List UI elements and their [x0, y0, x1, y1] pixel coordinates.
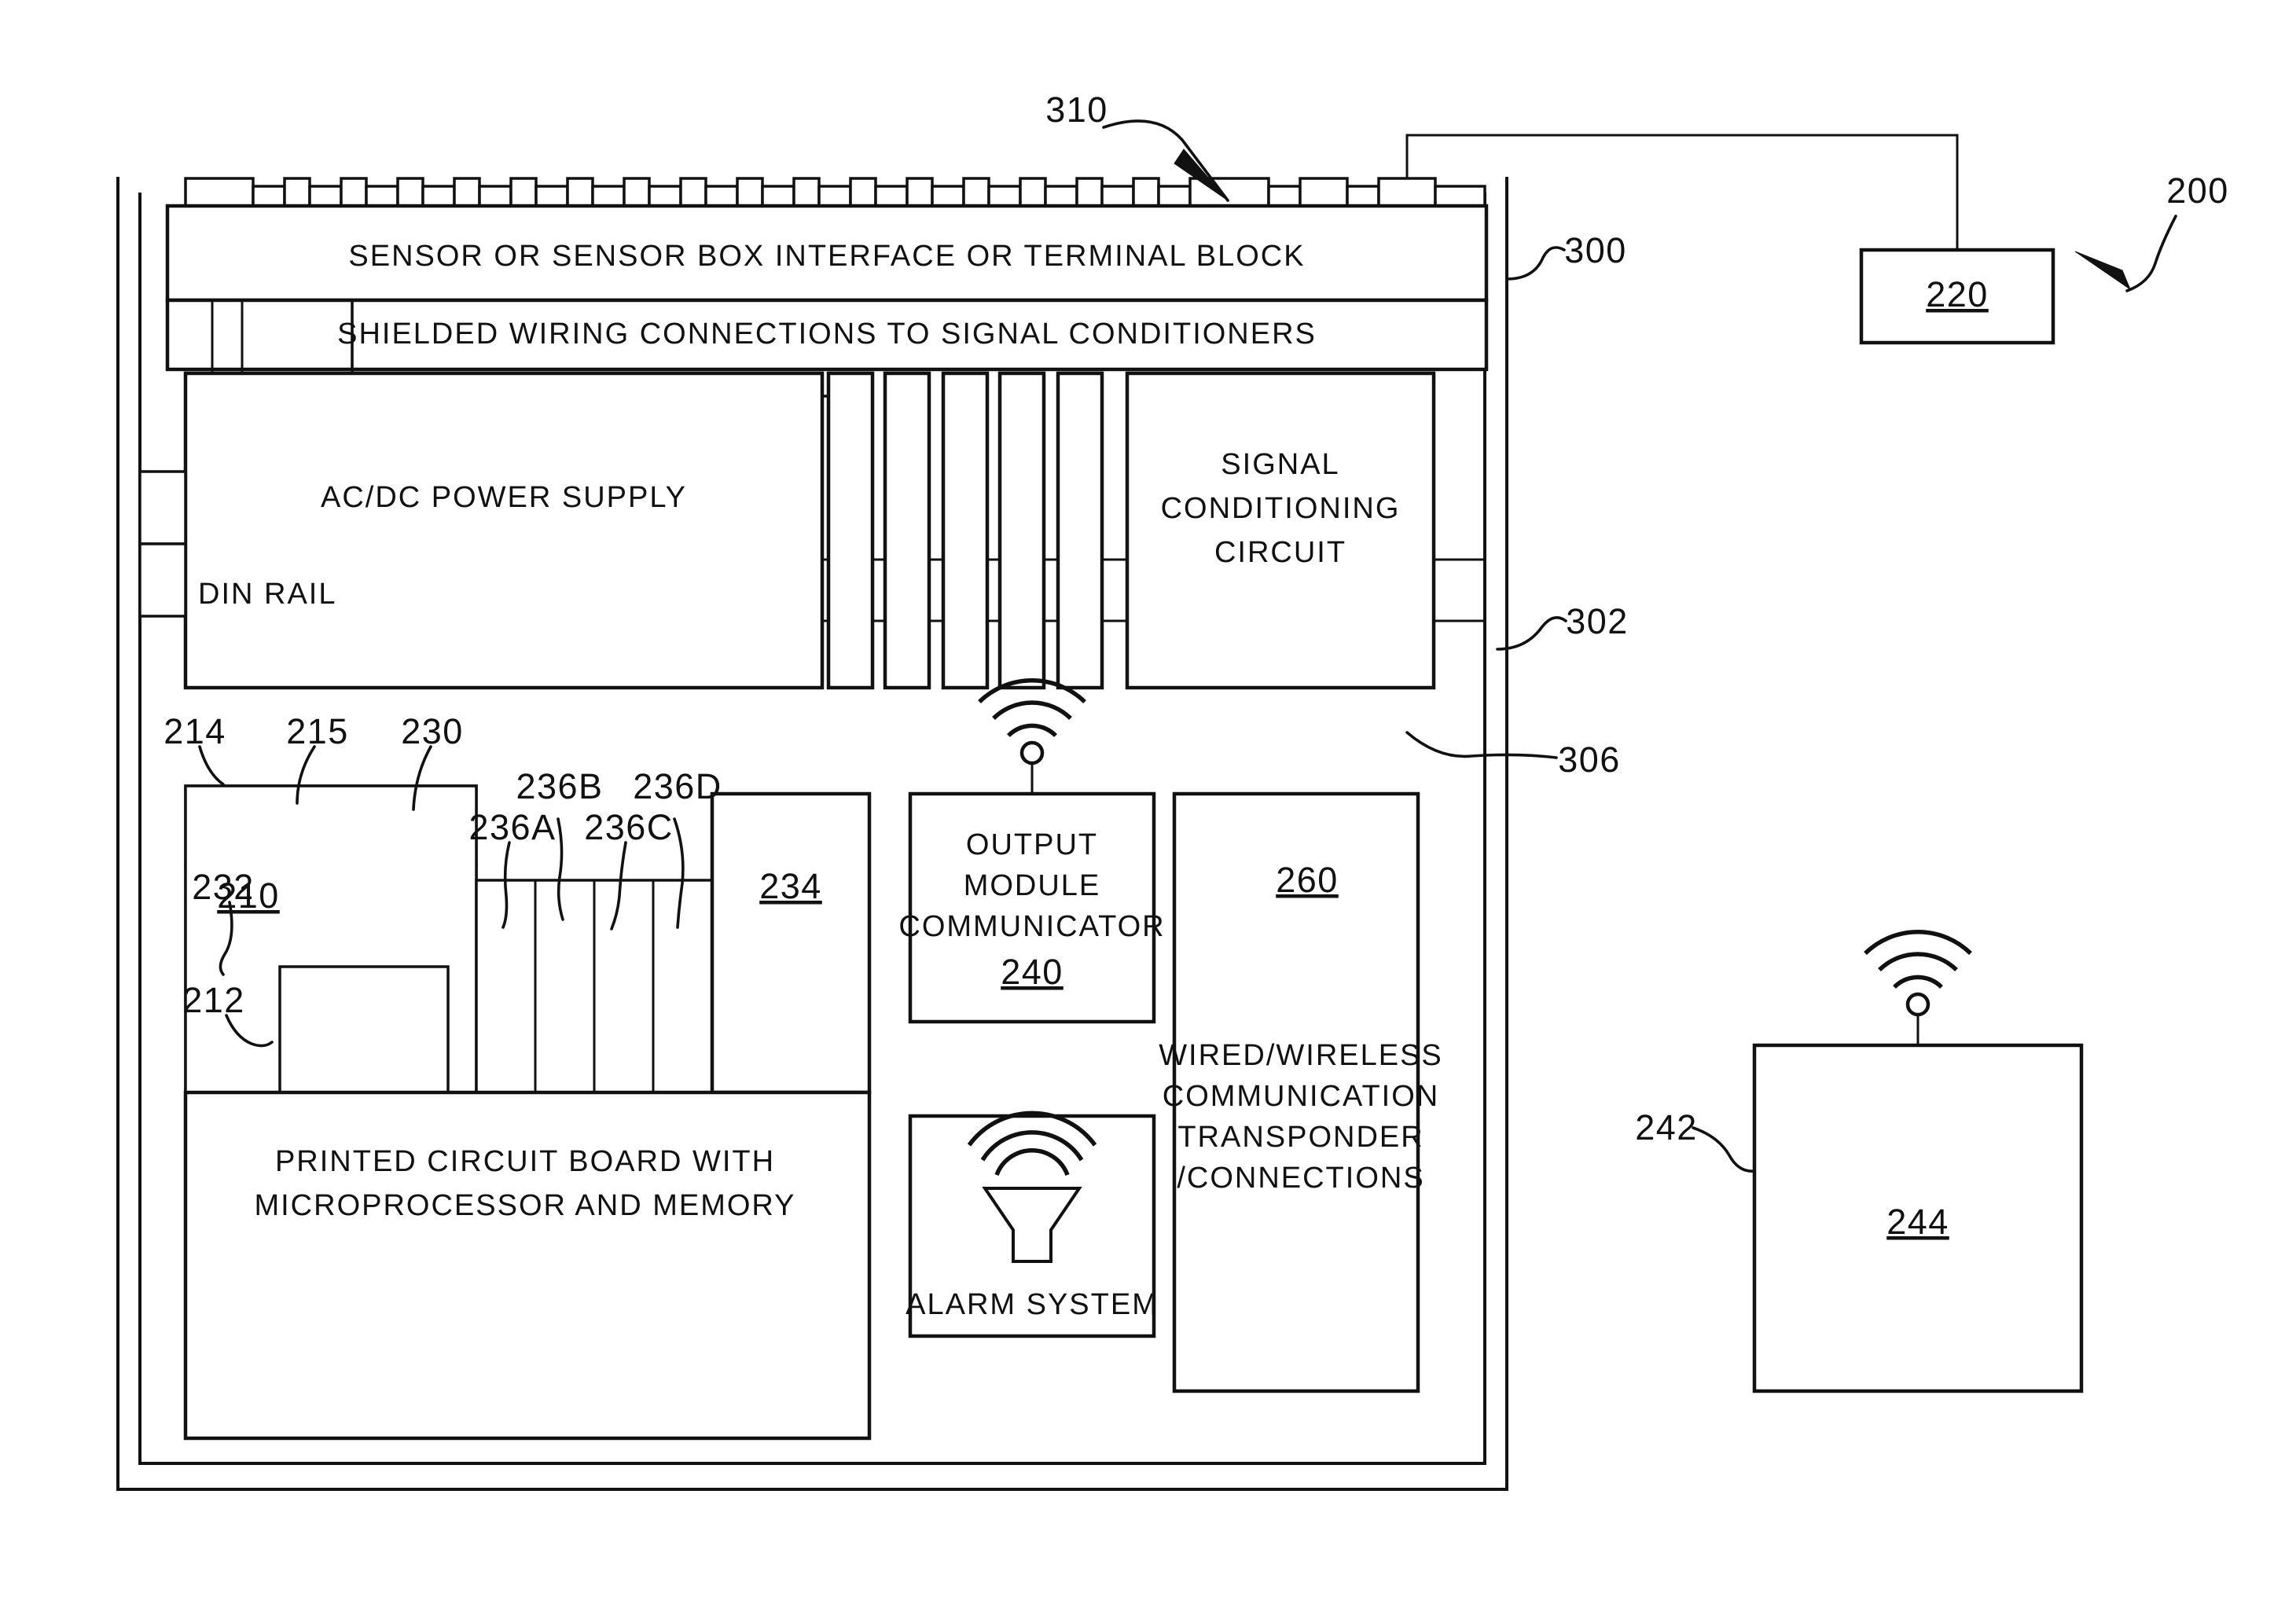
signal-conditioning-box [1125, 371, 1436, 690]
ref-234: 234 [759, 866, 822, 906]
modules-236-group [475, 879, 714, 1094]
transponder-line4: /CONNECTIONS [1177, 1162, 1424, 1195]
patent-figure-canvas: SENSOR OR SENSOR BOX INTERFACE OR TERMIN… [0, 0, 2296, 1597]
ref-302: 302 [1566, 601, 1629, 641]
din-rail-label: DIN RAIL [198, 578, 336, 611]
ref-244: 244 [1886, 1202, 1949, 1242]
ref-236a: 236A [468, 807, 556, 847]
ref-236c: 236C [584, 807, 674, 847]
ref-236b: 236B [516, 766, 603, 806]
diagram-svg: SENSOR OR SENSOR BOX INTERFACE OR TERMIN… [116, 90, 2229, 1491]
module-bar-3 [941, 371, 990, 690]
signal-conditioning-line1: SIGNAL [1221, 448, 1339, 481]
transponder-line3: TRANSPONDER [1177, 1121, 1424, 1154]
leader-306 [1405, 731, 1558, 759]
ref-215: 215 [286, 711, 349, 751]
ref-232: 232 [192, 867, 255, 907]
pcb-line2: MICROPROCESSOR AND MEMORY [254, 1189, 795, 1222]
output-module-line3: COMMUNICATOR [898, 910, 1165, 943]
ref-230: 230 [401, 711, 464, 751]
transponder-line1: WIRED/WIRELESS [1159, 1039, 1443, 1072]
ref-240: 240 [1001, 952, 1064, 992]
signal-conditioning-line3: CIRCUIT [1214, 536, 1346, 569]
ref-214: 214 [163, 711, 226, 751]
module-bar-4 [997, 371, 1046, 690]
leader-242 [1692, 1126, 1756, 1173]
module-bar-2 [883, 371, 931, 690]
shielded-wiring-label: SHIELDED WIRING CONNECTIONS TO SIGNAL CO… [337, 318, 1317, 351]
ref-236d: 236D [633, 766, 722, 806]
output-module-line2: MODULE [964, 869, 1101, 902]
output-module-line1: OUTPUT [966, 828, 1098, 861]
wire-to-220 [1405, 134, 1959, 251]
ref-260: 260 [1276, 860, 1339, 900]
ref-220: 220 [1926, 274, 1989, 314]
box-232 [278, 965, 450, 1094]
wifi-signal-icon-output [978, 678, 1086, 795]
pcb-box [183, 1090, 872, 1441]
transponder-line2: COMMUNICATION [1163, 1080, 1440, 1113]
power-supply-box [183, 371, 825, 690]
ref-200: 200 [2166, 171, 2229, 211]
din-rail-tabs [138, 470, 187, 618]
alarm-label: ALARM SYSTEM [906, 1288, 1159, 1321]
leader-214 [198, 745, 225, 786]
module-bar-5 [1056, 371, 1104, 690]
power-supply-label: AC/DC POWER SUPPLY [321, 481, 687, 514]
wifi-signal-icon-remote [1864, 930, 1972, 1047]
terminal-block-label: SENSOR OR SENSOR BOX INTERFACE OR TERMIN… [348, 240, 1305, 273]
ref-242: 242 [1635, 1107, 1698, 1147]
ref-300: 300 [1564, 230, 1627, 270]
module-bar-1 [826, 371, 875, 690]
leader-300 [1505, 246, 1566, 281]
pcb-line1: PRINTED CIRCUIT BOARD WITH [275, 1145, 775, 1178]
leader-200 [2074, 215, 2177, 292]
ref-306: 306 [1558, 740, 1621, 780]
box-234 [710, 791, 872, 1095]
ref-212: 212 [182, 980, 245, 1020]
ref-310: 310 [1045, 90, 1108, 130]
signal-conditioning-line2: CONDITIONING [1161, 492, 1401, 525]
